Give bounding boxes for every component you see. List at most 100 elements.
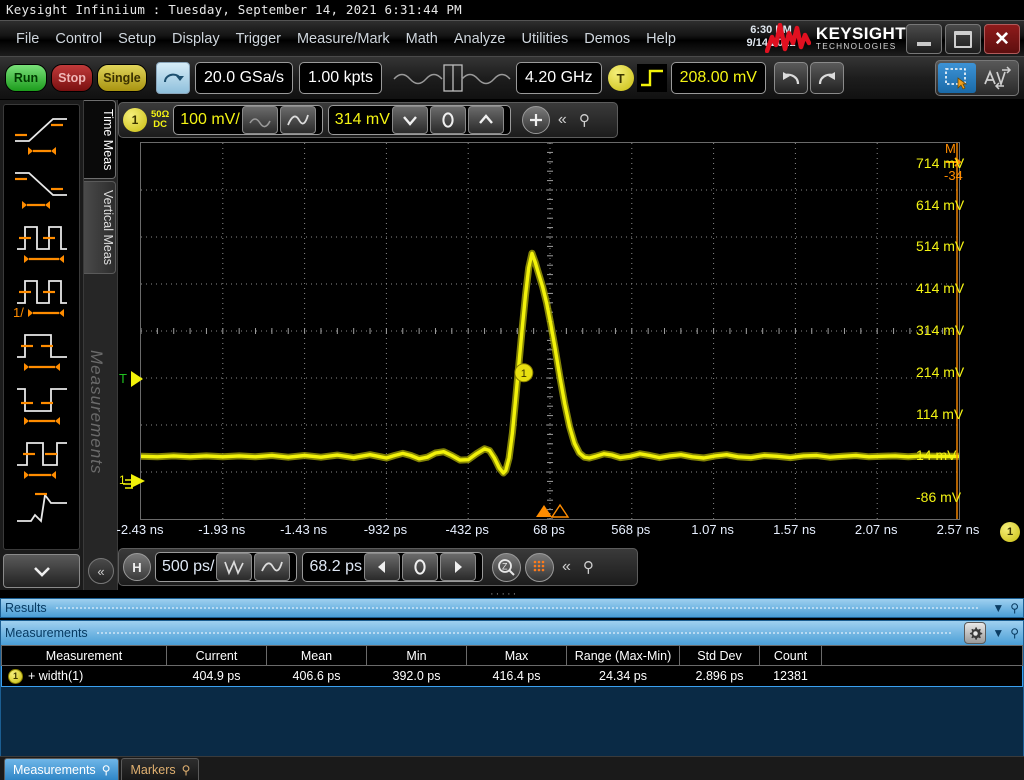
column-header-min[interactable]: Min bbox=[366, 645, 467, 666]
tab-time-meas[interactable]: Time Meas bbox=[84, 100, 116, 180]
tab-vertical-meas[interactable]: Vertical Meas bbox=[84, 181, 116, 275]
waveform-toggle-button[interactable] bbox=[241, 106, 278, 134]
menu-item-math[interactable]: Math bbox=[398, 29, 446, 49]
clear-display-button[interactable] bbox=[156, 62, 190, 94]
menu-item-file[interactable]: File bbox=[8, 29, 47, 49]
results-panel-header[interactable]: Results ▼ ⚲ bbox=[0, 598, 1024, 618]
delay-field[interactable]: 68.2 ps bbox=[302, 552, 483, 582]
positive-width-button[interactable] bbox=[4, 323, 79, 377]
delay-prev-button[interactable] bbox=[363, 553, 400, 581]
delay-next-button[interactable] bbox=[439, 553, 476, 581]
menu-item-analyze[interactable]: Analyze bbox=[446, 29, 514, 49]
menu-item-demos[interactable]: Demos bbox=[576, 29, 638, 49]
memory-depth-field[interactable]: 1.00 kpts bbox=[299, 62, 382, 94]
stop-button[interactable]: Stop bbox=[51, 64, 93, 92]
negative-width-button[interactable] bbox=[4, 377, 79, 431]
pin-icon[interactable]: ⚲ bbox=[182, 763, 191, 777]
single-button[interactable]: Single bbox=[97, 64, 147, 92]
window-controls: ✕ bbox=[906, 24, 1020, 54]
undo-button[interactable] bbox=[773, 62, 808, 94]
column-header-range-max-min-[interactable]: Range (Max-Min) bbox=[566, 645, 680, 666]
time-axis-labels: -2.43 ns -1.93 ns -1.43 ns -932 ps -432 ps 68… bbox=[117, 522, 1024, 544]
column-header-current[interactable]: Current bbox=[166, 645, 267, 666]
window-title: Keysight Infiniium : Tuesday, September … bbox=[0, 0, 1024, 20]
offset-zero-button[interactable] bbox=[429, 106, 466, 134]
offset-down-button[interactable] bbox=[391, 106, 428, 134]
voltage-axis-labels: 714 mV 614 mV 514 mV 414 mV 314 mV 214 mV 114 … bbox=[916, 140, 1024, 520]
period-button[interactable] bbox=[4, 215, 79, 269]
measurements-panel-header[interactable]: Measurements ▼ ⚲ bbox=[1, 621, 1023, 645]
zoom-window-button[interactable]: Z bbox=[491, 552, 521, 582]
bottom-tab-markers[interactable]: Markers ⚲ bbox=[121, 758, 200, 780]
column-header-spacer[interactable] bbox=[821, 645, 1023, 666]
bandwidth-field[interactable]: 4.20 GHz bbox=[515, 62, 602, 94]
column-header-count[interactable]: Count bbox=[759, 645, 822, 666]
collapse-horizontal-bar-button[interactable]: « bbox=[562, 558, 571, 576]
menu-item-display[interactable]: Display bbox=[164, 29, 228, 49]
menu-item-setup[interactable]: Setup bbox=[110, 29, 164, 49]
collapse-left-panel-button[interactable]: « bbox=[88, 558, 114, 584]
pin-horizontal-bar-button[interactable]: ⚲ bbox=[583, 558, 594, 576]
restore-button[interactable] bbox=[945, 24, 981, 54]
trigger-level-marker[interactable]: T bbox=[118, 368, 148, 390]
collapse-channel-bar-button[interactable]: « bbox=[558, 111, 567, 129]
menu-item-control[interactable]: Control bbox=[47, 29, 110, 49]
bottom-tab-measurements[interactable]: Measurements ⚲ bbox=[4, 758, 120, 780]
offset-up-button[interactable] bbox=[467, 106, 504, 134]
graticule[interactable]: 1 bbox=[140, 142, 960, 520]
duty-cycle-button[interactable] bbox=[4, 431, 79, 485]
channel-tag-badge[interactable]: 1 bbox=[1000, 522, 1020, 542]
sine-toggle-button[interactable] bbox=[279, 106, 316, 134]
time-per-div-field[interactable]: 500 ps/ bbox=[155, 552, 298, 582]
delay-zero-button[interactable] bbox=[401, 553, 438, 581]
channel-number-badge[interactable]: 1 bbox=[123, 108, 147, 132]
sample-rate-field[interactable]: 20.0 GSa/s bbox=[195, 62, 294, 94]
more-measurements-button[interactable] bbox=[3, 554, 80, 588]
horizontal-badge[interactable]: H bbox=[123, 553, 151, 581]
channel-ground-marker[interactable]: 1 bbox=[118, 470, 148, 496]
menu-item-trigger[interactable]: Trigger bbox=[228, 29, 289, 49]
waveform-display[interactable]: 1 T 1 M -34 714 mV 614 mV 514 mV 414 mV 314 … bbox=[117, 140, 1024, 542]
column-header-max[interactable]: Max bbox=[466, 645, 567, 666]
close-button[interactable]: ✕ bbox=[984, 24, 1020, 54]
rise-time-button[interactable] bbox=[4, 107, 79, 161]
pin-icon[interactable]: ⚲ bbox=[102, 763, 111, 777]
column-header-measurement[interactable]: Measurement bbox=[1, 645, 167, 666]
horizontal-waveform-button[interactable] bbox=[216, 553, 253, 581]
volts-per-div-field[interactable]: 100 mV/ bbox=[173, 105, 323, 135]
run-button[interactable]: Run bbox=[5, 64, 47, 92]
table-body: 1 + width(1) 404.9 ps 406.6 ps 392.0 ps 416.4… bbox=[1, 665, 1023, 687]
trigger-level-field[interactable]: 208.00 mV bbox=[670, 62, 766, 94]
table-row[interactable]: 1 + width(1) 404.9 ps 406.6 ps 392.0 ps 416.4… bbox=[1, 665, 1023, 687]
column-header-mean[interactable]: Mean bbox=[266, 645, 367, 666]
channel-offset-field[interactable]: 314 mV bbox=[327, 105, 511, 135]
autoscale-button[interactable] bbox=[978, 63, 1016, 93]
results-pin-button[interactable]: ⚲ bbox=[1010, 601, 1019, 615]
measurements-collapse-button[interactable]: ▼ bbox=[992, 626, 1004, 640]
menu-item-utilities[interactable]: Utilities bbox=[513, 29, 576, 49]
overshoot-button[interactable] bbox=[4, 485, 79, 539]
channel-1-control-bar: 1 50Ω DC 100 mV/ 314 mV « ⚲ bbox=[118, 102, 618, 138]
results-collapse-button[interactable]: ▼ bbox=[992, 601, 1004, 615]
voltage-tick-label: 414 mV bbox=[916, 280, 965, 297]
menu-item-help[interactable]: Help bbox=[638, 29, 684, 49]
frequency-button[interactable]: 1/ bbox=[4, 269, 79, 323]
add-channel-button[interactable] bbox=[521, 106, 550, 134]
trigger-edge-button[interactable] bbox=[636, 64, 667, 92]
keysight-logo: KEYSIGHT TECHNOLOGIES bbox=[764, 23, 906, 53]
horizontal-sine-button[interactable] bbox=[254, 553, 291, 581]
time-tick-label: 68 ps bbox=[533, 522, 565, 537]
fall-time-button[interactable] bbox=[4, 161, 79, 215]
menu-item-measure-mark[interactable]: Measure/Mark bbox=[289, 29, 398, 49]
measurements-settings-button[interactable] bbox=[964, 622, 987, 644]
minimize-button[interactable] bbox=[906, 24, 942, 54]
trigger-badge[interactable]: T bbox=[607, 65, 634, 91]
measurements-pin-button[interactable]: ⚲ bbox=[1010, 626, 1019, 640]
max-cell: 416.4 ps bbox=[466, 665, 567, 687]
select-zoom-button[interactable] bbox=[938, 63, 976, 93]
sampling-dots-button[interactable] bbox=[524, 552, 554, 582]
column-header-std-dev[interactable]: Std Dev bbox=[679, 645, 760, 666]
redo-button[interactable] bbox=[809, 62, 844, 94]
bottom-tab-bar: Measurements ⚲ Markers ⚲ bbox=[0, 756, 1024, 780]
pin-channel-bar-button[interactable]: ⚲ bbox=[579, 111, 590, 129]
